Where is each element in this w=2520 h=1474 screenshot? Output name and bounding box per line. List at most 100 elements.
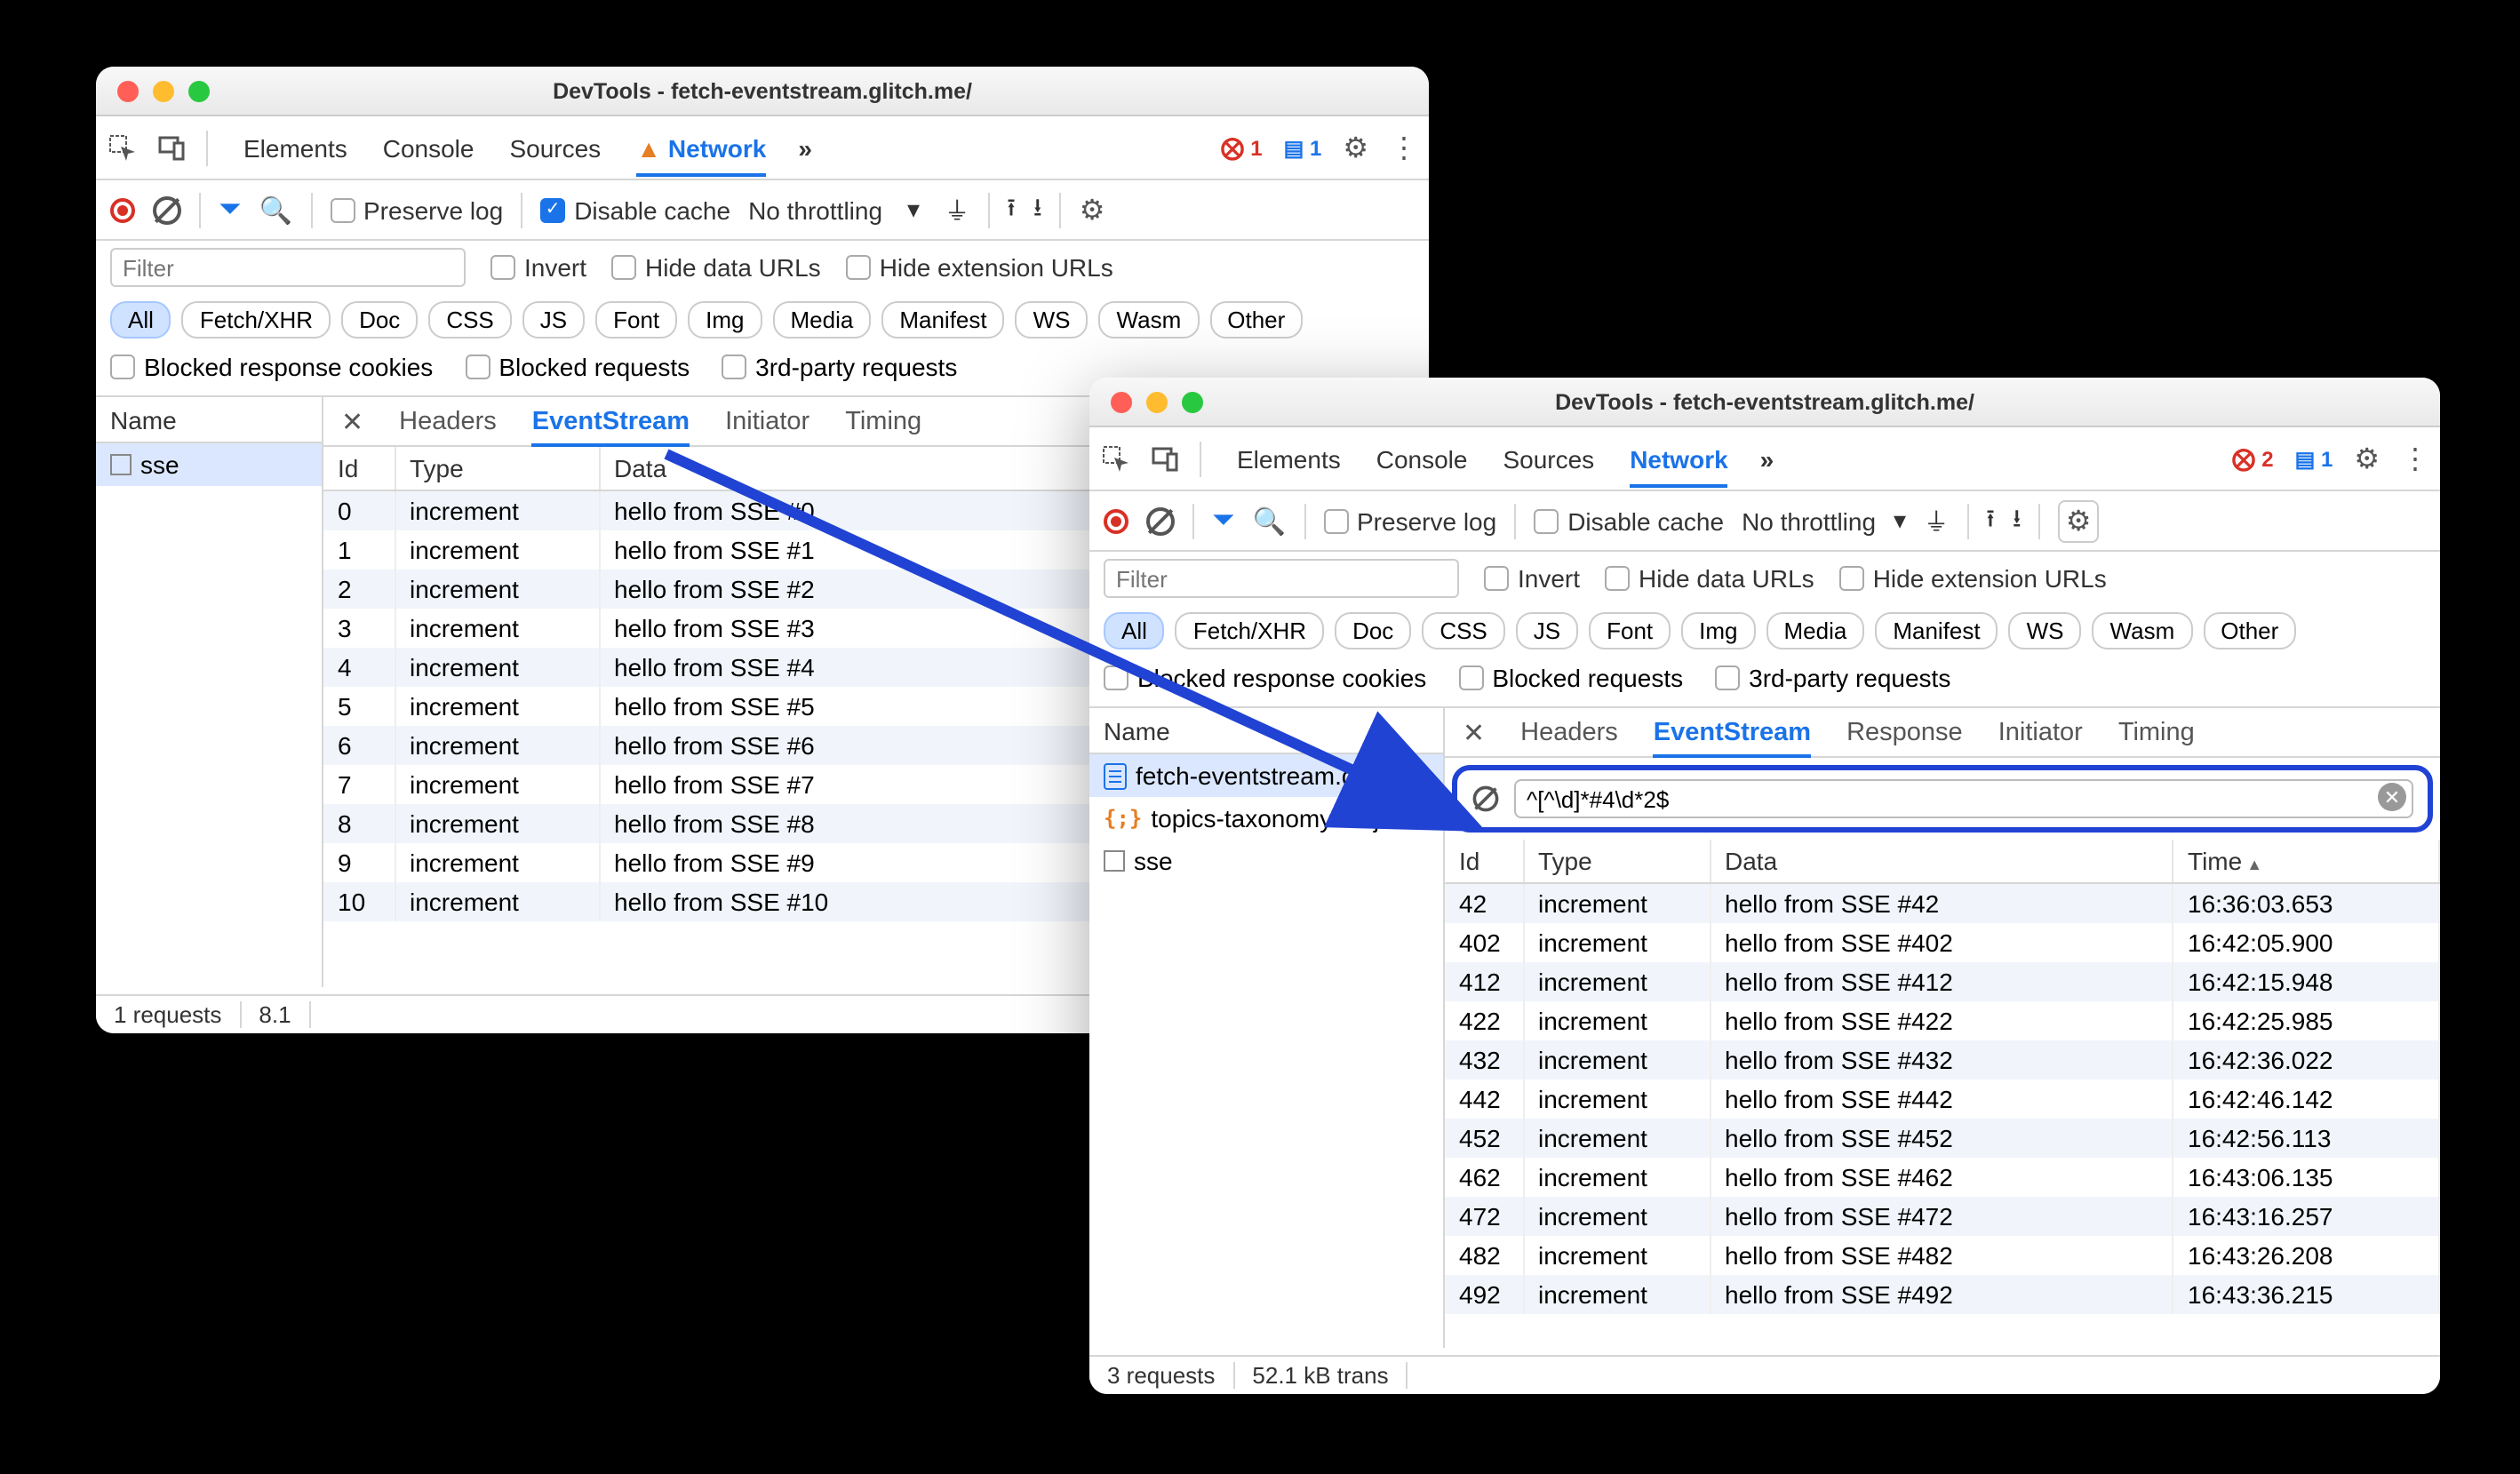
filter-chip-img[interactable]: Img xyxy=(1681,612,1755,649)
chevron-down-icon[interactable]: ▾ xyxy=(1894,506,1906,536)
throttling-select[interactable]: No throttling xyxy=(748,195,882,224)
filter-chip-js[interactable]: JS xyxy=(1516,612,1578,649)
filter-icon[interactable]: ⏷ xyxy=(219,194,242,226)
table-row[interactable]: 412incrementhello from SSE #41216:42:15.… xyxy=(1445,962,2439,1001)
maximize-icon[interactable] xyxy=(188,80,210,101)
clear-events-icon[interactable] xyxy=(1473,785,1499,811)
filter-chip-ws[interactable]: WS xyxy=(1016,301,1089,339)
table-row[interactable]: 42incrementhello from SSE #4216:36:03.65… xyxy=(1445,883,2439,923)
disable-cache-checkbox[interactable]: Disable cache xyxy=(540,195,730,224)
hide-data-urls-checkbox[interactable]: Hide data URLs xyxy=(1605,564,1814,593)
download-har-icon[interactable]: ⭳ xyxy=(2013,499,2022,542)
chevron-down-icon[interactable]: ▾ xyxy=(907,195,920,225)
tab-sources[interactable]: Sources xyxy=(1503,444,1594,473)
more-tabs-icon[interactable]: » xyxy=(1760,444,1774,473)
close-icon[interactable] xyxy=(1111,391,1132,412)
blocked-cookies-checkbox[interactable]: Blocked response cookies xyxy=(1104,664,1426,692)
gear-icon[interactable]: ⚙ xyxy=(1343,130,1368,165)
titlebar[interactable]: DevTools - fetch-eventstream.glitch.me/ xyxy=(96,67,1429,116)
upload-har-icon[interactable]: ⭱ xyxy=(1986,499,1995,542)
wifi-icon[interactable]: ⏚ xyxy=(1924,503,1949,538)
clear-icon[interactable] xyxy=(153,195,181,224)
filter-chip-css[interactable]: CSS xyxy=(428,301,511,339)
tab-network[interactable]: Network xyxy=(1630,444,1727,487)
third-party-checkbox[interactable]: 3rd-party requests xyxy=(722,353,957,381)
filter-chip-fetchxhr[interactable]: Fetch/XHR xyxy=(182,301,331,339)
blocked-requests-checkbox[interactable]: Blocked requests xyxy=(1458,664,1683,692)
filter-chip-other[interactable]: Other xyxy=(2203,612,2296,649)
preserve-log-checkbox[interactable]: Preserve log xyxy=(330,195,503,224)
table-row[interactable]: 402incrementhello from SSE #40216:42:05.… xyxy=(1445,923,2439,962)
filter-chip-css[interactable]: CSS xyxy=(1422,612,1504,649)
col-id[interactable]: Id xyxy=(323,447,395,490)
more-tabs-icon[interactable]: » xyxy=(798,133,812,162)
minimize-icon[interactable] xyxy=(1146,391,1168,412)
col-data[interactable]: Data xyxy=(1710,840,2173,883)
request-row[interactable]: sse xyxy=(1089,840,1443,882)
filter-chip-doc[interactable]: Doc xyxy=(1335,612,1411,649)
kebab-menu-icon[interactable]: ⋮ xyxy=(1390,130,1418,165)
filter-chip-all[interactable]: All xyxy=(1104,612,1165,649)
close-icon[interactable]: ✕ xyxy=(341,405,363,437)
upload-har-icon[interactable]: ⭱ xyxy=(1007,188,1016,231)
close-icon[interactable]: ✕ xyxy=(1463,716,1485,748)
invert-checkbox[interactable]: Invert xyxy=(490,253,586,282)
filter-chip-font[interactable]: Font xyxy=(595,301,677,339)
wifi-icon[interactable]: ⏚ xyxy=(945,192,969,227)
filter-chip-wasm[interactable]: Wasm xyxy=(2093,612,2193,649)
inspect-icon[interactable] xyxy=(107,131,139,163)
preserve-log-checkbox[interactable]: Preserve log xyxy=(1323,506,1496,535)
error-badge[interactable]: 1 xyxy=(1221,133,1263,162)
filter-chip-fetchxhr[interactable]: Fetch/XHR xyxy=(1176,612,1324,649)
maximize-icon[interactable] xyxy=(1182,391,1203,412)
filter-chip-js[interactable]: JS xyxy=(522,301,585,339)
filter-chip-manifest[interactable]: Manifest xyxy=(881,301,1004,339)
filter-chip-media[interactable]: Media xyxy=(1766,612,1865,649)
filter-chip-all[interactable]: All xyxy=(110,301,171,339)
request-row[interactable]: fetch-eventstream.gli… xyxy=(1089,754,1443,797)
inspect-icon[interactable] xyxy=(1100,442,1132,474)
eventstream-regex-input[interactable] xyxy=(1514,779,2413,818)
filter-chip-manifest[interactable]: Manifest xyxy=(1875,612,1998,649)
search-icon[interactable]: 🔍 xyxy=(1253,505,1286,537)
blocked-requests-checkbox[interactable]: Blocked requests xyxy=(465,353,690,381)
filter-icon[interactable]: ⏷ xyxy=(1212,505,1235,537)
filter-input[interactable] xyxy=(110,248,466,287)
subtab-eventstream[interactable]: EventStream xyxy=(1654,718,1811,757)
subtab-headers[interactable]: Headers xyxy=(399,407,497,435)
titlebar[interactable]: DevTools - fetch-eventstream.glitch.me/ xyxy=(1089,378,2440,427)
col-type[interactable]: Type xyxy=(395,447,599,490)
filter-chip-doc[interactable]: Doc xyxy=(341,301,418,339)
filter-input[interactable] xyxy=(1104,559,1459,598)
filter-chip-img[interactable]: Img xyxy=(688,301,762,339)
request-row[interactable]: sse xyxy=(96,443,322,486)
subtab-initiator[interactable]: Initiator xyxy=(725,407,809,435)
close-icon[interactable] xyxy=(117,80,139,101)
table-row[interactable]: 422incrementhello from SSE #42216:42:25.… xyxy=(1445,1001,2439,1040)
subtab-timing[interactable]: Timing xyxy=(2118,718,2195,746)
table-row[interactable]: 442incrementhello from SSE #44216:42:46.… xyxy=(1445,1080,2439,1119)
kebab-menu-icon[interactable]: ⋮ xyxy=(2401,441,2429,476)
table-row[interactable]: 432incrementhello from SSE #43216:42:36.… xyxy=(1445,1040,2439,1080)
throttling-select[interactable]: No throttling xyxy=(1742,506,1876,535)
subtab-initiator[interactable]: Initiator xyxy=(1998,718,2083,746)
subtab-eventstream[interactable]: EventStream xyxy=(532,407,690,446)
record-icon[interactable] xyxy=(1104,508,1128,533)
col-type[interactable]: Type xyxy=(1523,840,1710,883)
tab-network[interactable]: ▲Network xyxy=(636,133,766,176)
table-row[interactable]: 482incrementhello from SSE #48216:43:26.… xyxy=(1445,1236,2439,1275)
name-column-header[interactable]: Name xyxy=(1089,708,1443,754)
subtab-timing[interactable]: Timing xyxy=(845,407,921,435)
request-row[interactable]: {;}topics-taxonomy-v1.j… xyxy=(1089,797,1443,840)
filter-chip-ws[interactable]: WS xyxy=(2009,612,2082,649)
tab-elements[interactable]: Elements xyxy=(1237,444,1341,473)
tab-elements[interactable]: Elements xyxy=(243,133,347,162)
download-har-icon[interactable]: ⭳ xyxy=(1033,188,1042,231)
name-column-header[interactable]: Name xyxy=(96,397,322,443)
clear-icon[interactable] xyxy=(1146,506,1175,535)
invert-checkbox[interactable]: Invert xyxy=(1484,564,1580,593)
col-id[interactable]: Id xyxy=(1445,840,1523,883)
filter-chip-wasm[interactable]: Wasm xyxy=(1099,301,1200,339)
table-row[interactable]: 472incrementhello from SSE #47216:43:16.… xyxy=(1445,1197,2439,1236)
settings-icon[interactable]: ⚙ xyxy=(1080,192,1105,227)
